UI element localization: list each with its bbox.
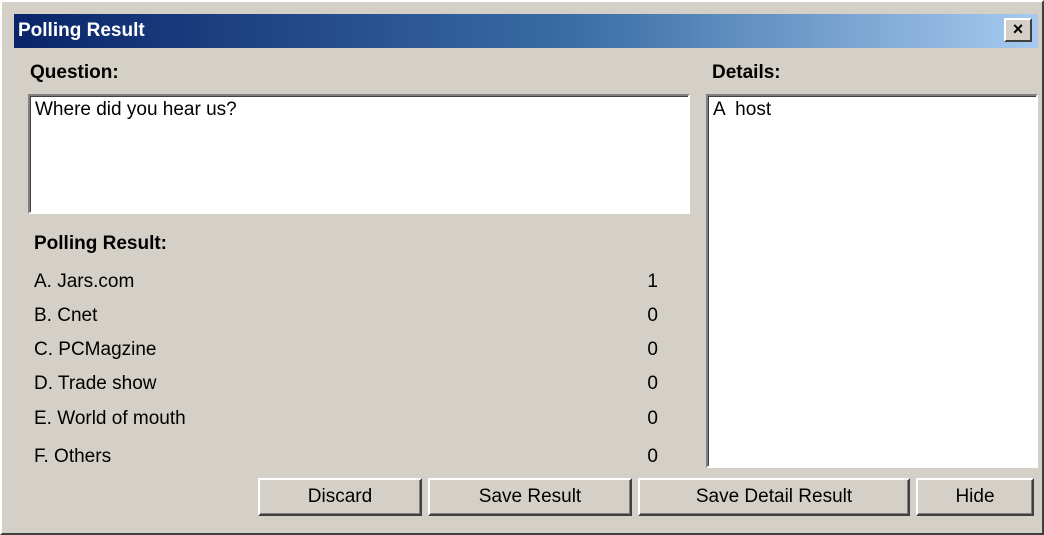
- save-result-button[interactable]: Save Result: [428, 478, 632, 516]
- result-row: D. Trade show 0: [34, 371, 666, 397]
- option-label: E. World of mouth: [34, 408, 186, 429]
- close-button[interactable]: ×: [1004, 18, 1032, 42]
- question-label: Question:: [30, 62, 119, 83]
- save-detail-result-button[interactable]: Save Detail Result: [638, 478, 910, 516]
- option-label: C. PCMagzine: [34, 339, 157, 360]
- option-count: 0: [647, 305, 658, 326]
- result-row: B. Cnet 0: [34, 303, 666, 329]
- result-row: C. PCMagzine 0: [34, 337, 666, 363]
- option-label: F. Others: [34, 446, 112, 467]
- window-title: Polling Result: [18, 20, 145, 41]
- option-count: 0: [647, 446, 658, 467]
- option-count: 0: [647, 373, 658, 394]
- option-label: B. Cnet: [34, 305, 98, 326]
- polling-result-dialog: Polling Result × Question: Where did you…: [0, 0, 1044, 535]
- option-count: 0: [647, 408, 658, 429]
- result-row: A. Jars.com 1: [34, 269, 666, 295]
- title-bar[interactable]: Polling Result ×: [14, 14, 1038, 48]
- option-label: D. Trade show: [34, 373, 157, 394]
- question-textbox[interactable]: Where did you hear us?: [28, 94, 690, 214]
- close-icon: ×: [1012, 19, 1024, 39]
- option-label: A. Jars.com: [34, 271, 135, 292]
- option-count: 0: [647, 339, 658, 360]
- result-row: E. World of mouth 0: [34, 406, 666, 432]
- discard-button[interactable]: Discard: [258, 478, 422, 516]
- polling-result-label: Polling Result:: [34, 233, 167, 254]
- result-row: F. Others 0: [34, 444, 666, 470]
- hide-button[interactable]: Hide: [916, 478, 1034, 516]
- details-label: Details:: [712, 62, 781, 83]
- option-count: 1: [647, 271, 658, 292]
- details-list[interactable]: A host: [706, 94, 1038, 468]
